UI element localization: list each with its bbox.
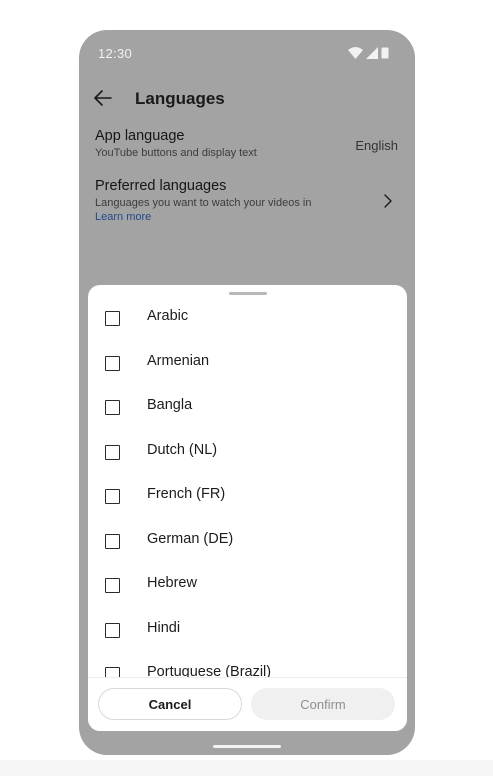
- status-icons: [348, 46, 389, 64]
- list-item[interactable]: Dutch (NL): [88, 431, 407, 475]
- app-language-title: App language: [95, 128, 185, 144]
- language-label: Portuguese (Brazil): [147, 664, 272, 677]
- confirm-button[interactable]: Confirm: [251, 688, 395, 720]
- language-label: French (FR): [147, 486, 226, 502]
- battery-icon: [381, 46, 389, 64]
- list-item[interactable]: Hebrew: [88, 564, 407, 608]
- checkbox[interactable]: [105, 355, 120, 371]
- preferred-languages-setting[interactable]: Preferred languages Languages you want t…: [95, 178, 399, 223]
- sheet-footer: Cancel Confirm: [88, 677, 407, 731]
- list-item[interactable]: German (DE): [88, 520, 407, 564]
- checkbox[interactable]: [105, 622, 120, 638]
- checkbox[interactable]: [105, 578, 120, 593]
- page-title: Languages: [135, 89, 225, 108]
- app-bar: Languages: [79, 80, 415, 120]
- page-bottom-band: [0, 760, 493, 776]
- list-item[interactable]: French (FR): [88, 475, 407, 519]
- app-language-subtitle: YouTube buttons and display text: [95, 147, 257, 159]
- learn-more-link[interactable]: Learn more: [95, 211, 399, 223]
- checkbox[interactable]: [105, 533, 120, 549]
- list-item[interactable]: Hindi: [88, 609, 407, 653]
- language-label: Hindi: [147, 619, 181, 636]
- language-list[interactable]: Arabic Armenian Bangla Dutch (NL) French…: [88, 285, 407, 677]
- app-language-value: English: [355, 138, 398, 153]
- checkbox[interactable]: [105, 311, 120, 326]
- language-label: Bangla: [147, 397, 193, 413]
- app-language-setting[interactable]: App language YouTube buttons and display…: [95, 128, 399, 159]
- back-arrow-icon[interactable]: [91, 86, 115, 110]
- language-label: Arabic: [147, 308, 189, 324]
- cellular-signal-icon: [366, 46, 378, 64]
- list-item[interactable]: Portuguese (Brazil): [88, 653, 407, 677]
- list-item[interactable]: Arabic: [88, 297, 407, 341]
- chevron-right-icon[interactable]: [381, 194, 395, 208]
- list-item[interactable]: Bangla: [88, 386, 407, 430]
- drag-handle[interactable]: [229, 292, 267, 295]
- language-label: German (DE): [147, 530, 234, 547]
- language-label: Armenian: [147, 352, 210, 369]
- phone-screen: 12:30 Languages App language YouTube but…: [79, 30, 415, 755]
- wifi-icon: [348, 46, 363, 64]
- language-label: Dutch (NL): [147, 441, 218, 458]
- list-item[interactable]: Armenian: [88, 342, 407, 386]
- status-time: 12:30: [98, 46, 133, 61]
- language-label: Hebrew: [147, 575, 197, 591]
- cancel-button[interactable]: Cancel: [98, 688, 242, 720]
- checkbox[interactable]: [105, 444, 120, 460]
- home-indicator[interactable]: [213, 745, 281, 748]
- checkbox[interactable]: [105, 667, 120, 677]
- checkbox[interactable]: [105, 489, 120, 504]
- preferred-languages-subtitle: Languages you want to watch your videos …: [95, 197, 312, 209]
- preferred-languages-title: Preferred languages: [95, 178, 227, 194]
- checkbox[interactable]: [105, 400, 120, 415]
- language-picker-sheet: Arabic Armenian Bangla Dutch (NL) French…: [88, 285, 407, 731]
- status-bar: 12:30: [79, 30, 415, 76]
